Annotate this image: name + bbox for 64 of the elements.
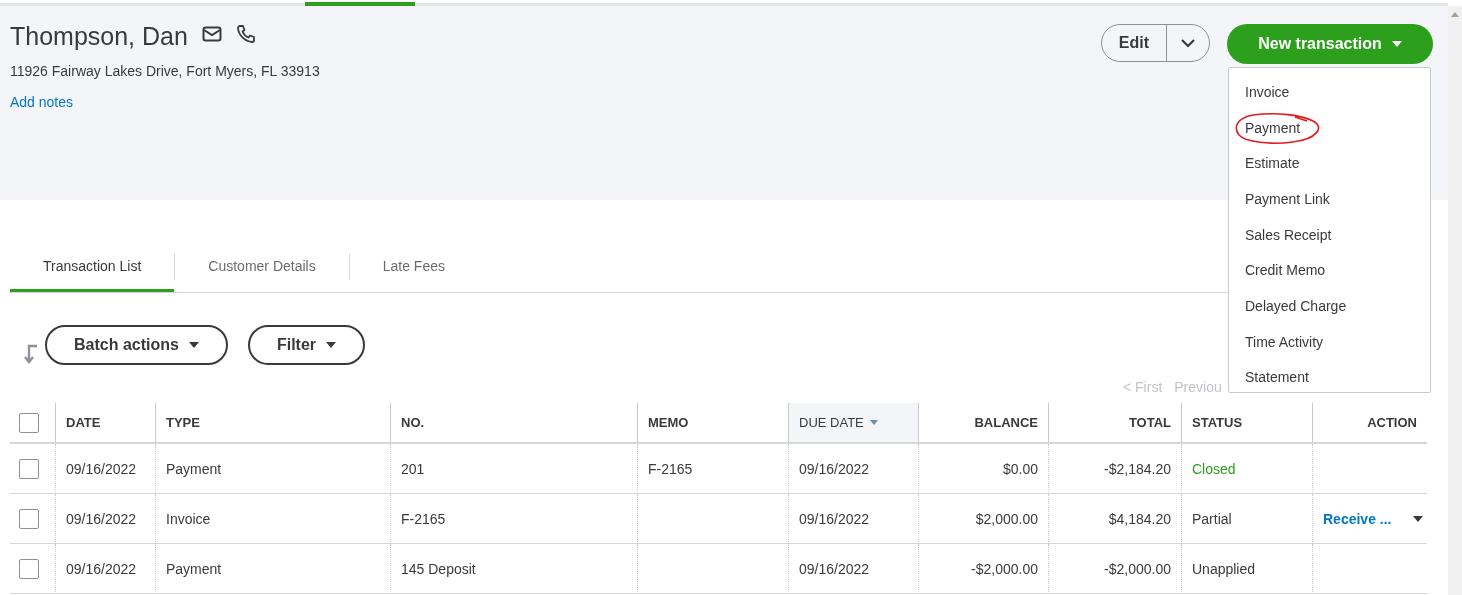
table-cell: 201: [390, 444, 637, 494]
customer-name: Thompson, Dan: [10, 22, 188, 51]
menu-item[interactable]: Estimate: [1245, 155, 1300, 172]
caret-icon[interactable]: [1413, 515, 1423, 522]
column-header[interactable]: DUE DATE: [788, 403, 918, 444]
batch-actions-button[interactable]: Batch actions: [45, 325, 228, 365]
sort-arrow-icon[interactable]: [23, 344, 39, 364]
table-cell: 145 Deposit: [390, 544, 637, 594]
table-cell: $0.00: [918, 444, 1048, 494]
status-cell: Unapplied: [1181, 544, 1312, 594]
receive-payment-link[interactable]: Receive ...: [1323, 510, 1392, 527]
menu-item[interactable]: Delayed Charge: [1245, 297, 1347, 314]
table-cell: 09/16/2022: [55, 494, 155, 544]
table-cell: $4,184.20: [1048, 494, 1181, 544]
chevron-down-icon: [1180, 38, 1196, 48]
scrollbar[interactable]: [1448, 6, 1462, 595]
column-header[interactable]: TYPE: [155, 403, 390, 444]
table-cell: Payment: [155, 444, 390, 494]
table-cell: Payment: [155, 544, 390, 594]
column-header[interactable]: BALANCE: [918, 403, 1048, 444]
table-cell: $2,000.00: [918, 494, 1048, 544]
select-all-checkbox[interactable]: [19, 412, 39, 433]
add-notes-link[interactable]: Add notes: [10, 94, 320, 110]
column-header[interactable]: NO.: [390, 403, 637, 444]
table-cell: -$2,000.00: [1048, 544, 1181, 594]
filter-button[interactable]: Filter: [247, 325, 366, 365]
menu-item[interactable]: Credit Memo: [1245, 262, 1326, 279]
column-header[interactable]: DATE: [55, 403, 155, 444]
row-checkbox[interactable]: [19, 558, 39, 579]
row-checkbox[interactable]: [19, 508, 39, 529]
menu-item[interactable]: Time Activity: [1245, 333, 1324, 350]
caret-icon: [188, 342, 199, 348]
row-checkbox[interactable]: [19, 458, 39, 479]
phone-icon[interactable]: [235, 23, 256, 44]
menu-item[interactable]: Sales Receipt: [1245, 226, 1332, 243]
table-cell: -$2,184.20: [1048, 444, 1181, 494]
column-header[interactable]: ACTION: [1312, 403, 1427, 444]
table-cell: 09/16/2022: [55, 444, 155, 494]
caret-icon: [1391, 41, 1402, 47]
table-cell: -$2,000.00: [918, 544, 1048, 594]
table-cell: Invoice: [155, 494, 390, 544]
sort-caret-icon: [869, 420, 878, 425]
status-cell: Closed: [1181, 444, 1312, 494]
mail-icon[interactable]: [201, 25, 222, 42]
table-cell: 09/16/2022: [55, 544, 155, 594]
column-header[interactable]: STATUS: [1181, 403, 1312, 444]
tab[interactable]: Transaction List: [10, 242, 175, 292]
table-cell: F-2165: [390, 494, 637, 544]
table-cell: 09/16/2022: [788, 494, 918, 544]
menu-item[interactable]: Payment: [1245, 119, 1301, 136]
tab[interactable]: Customer Details: [175, 242, 349, 292]
table-cell: F-2165: [637, 444, 788, 494]
tab[interactable]: Late Fees: [349, 242, 478, 292]
edit-button[interactable]: Edit: [1101, 25, 1166, 61]
customer-address: 11926 Fairway Lakes Drive, Fort Myers, FL 33913: [10, 63, 320, 79]
column-header[interactable]: TOTAL: [1048, 403, 1181, 444]
table-cell: 09/16/2022: [788, 544, 918, 594]
status-cell: Partial: [1181, 494, 1312, 544]
menu-item[interactable]: Payment Link: [1245, 190, 1330, 207]
menu-item[interactable]: Statement: [1245, 369, 1309, 386]
table-cell: 09/16/2022: [788, 444, 918, 494]
caret-icon: [326, 342, 337, 348]
scroll-up-icon[interactable]: [1451, 12, 1459, 17]
menu-item[interactable]: Invoice: [1245, 83, 1290, 100]
